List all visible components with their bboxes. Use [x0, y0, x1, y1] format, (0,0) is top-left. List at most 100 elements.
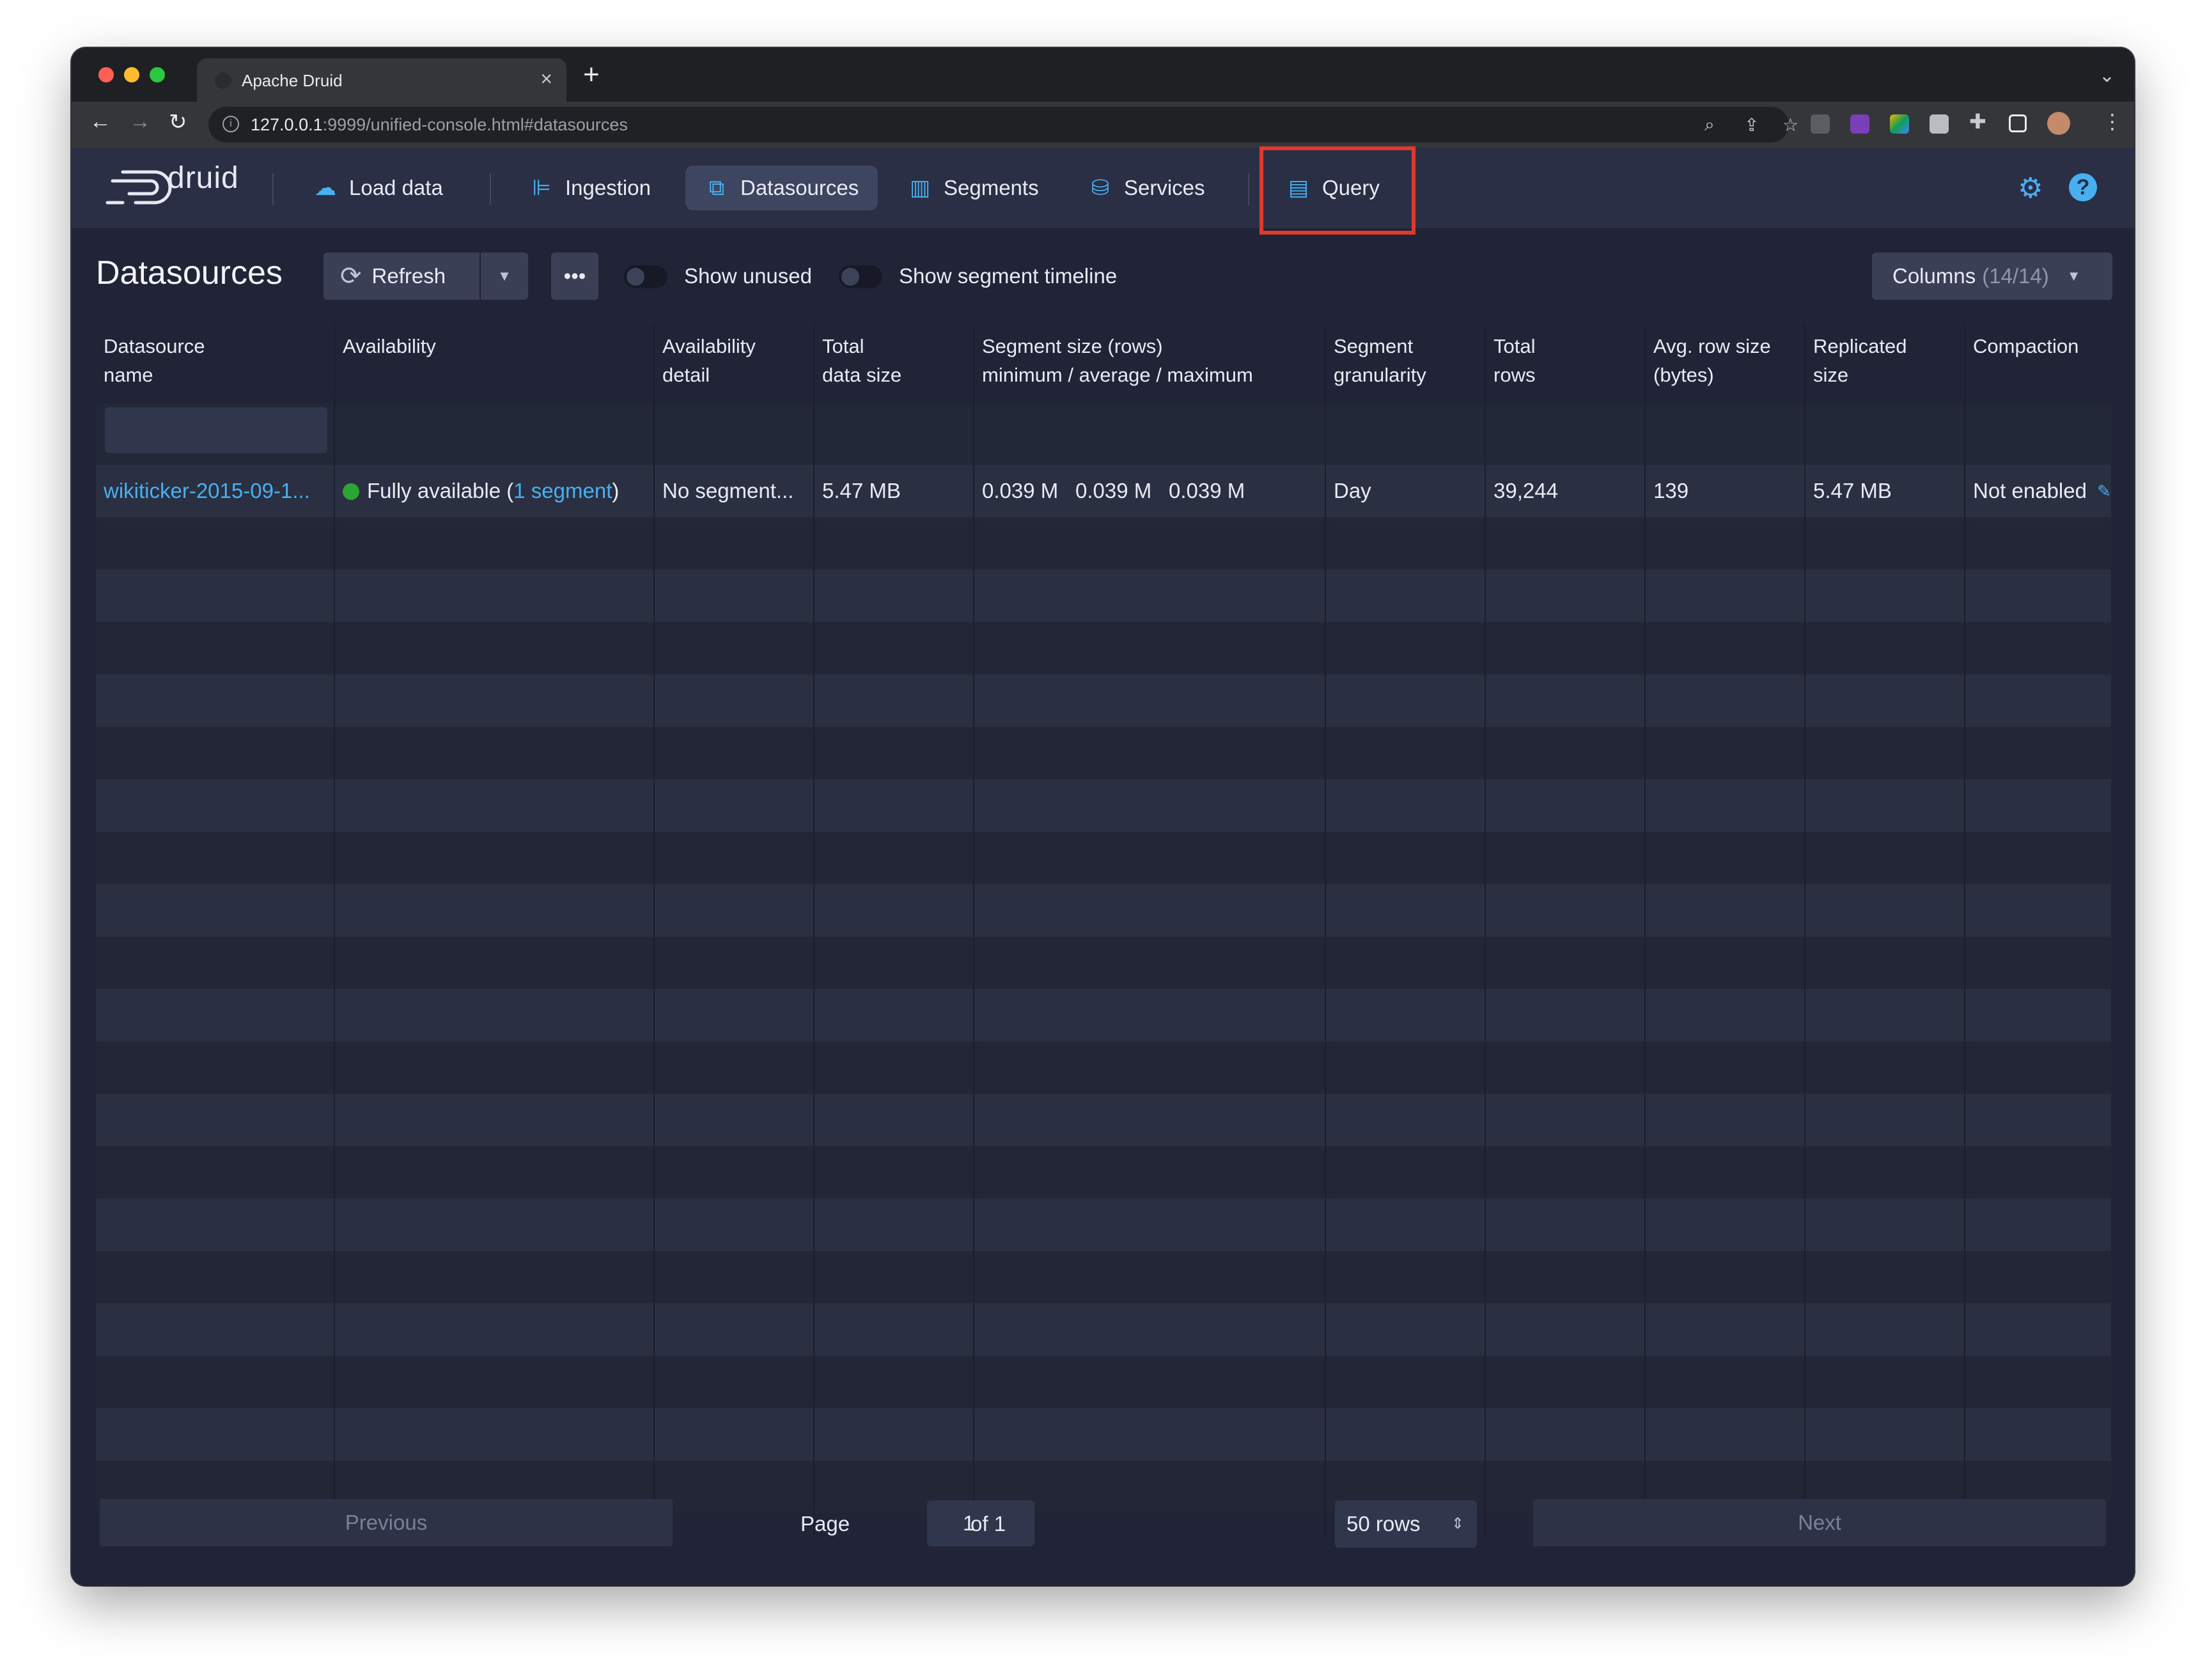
column-divider[interactable] — [1485, 324, 1486, 1539]
nav-load-data[interactable]: ☁ Load data — [313, 166, 443, 210]
show-unused-switch[interactable] — [624, 265, 667, 288]
columns-button[interactable]: Columns (14/14) ▼ — [1872, 253, 2112, 300]
nav-datasources[interactable]: ⧉ Datasources — [685, 166, 878, 210]
multi-select-icon: ⧉ — [708, 175, 725, 200]
column-divider[interactable] — [653, 324, 655, 1539]
segment-max-cell: 0.039 M — [1169, 479, 1245, 502]
new-tab-icon[interactable]: + — [583, 61, 600, 89]
empty-row — [96, 989, 2111, 1041]
reload-icon[interactable]: ↻ — [169, 109, 187, 135]
bookmark-star-icon[interactable]: ☆ — [1782, 114, 1798, 136]
granularity-cell: Day — [1334, 479, 1371, 502]
table-row[interactable]: wikiticker-2015-09-1... Fully available … — [96, 465, 2111, 517]
select-caret-icon: ⇕ — [1451, 1515, 1464, 1532]
page-label: Page — [800, 1512, 850, 1536]
column-divider[interactable] — [1804, 324, 1805, 1539]
nav-divider — [490, 173, 491, 205]
header-total-data-size[interactable]: Total data size — [822, 332, 901, 389]
header-segment-size[interactable]: Segment size (rows) minimum / average / m… — [982, 332, 1253, 389]
segment-link[interactable]: 1 segment — [513, 479, 612, 502]
browser-tab[interactable]: Apache Druid × — [197, 58, 566, 102]
header-segment-granularity[interactable]: Segment granularity — [1334, 332, 1426, 389]
columns-label: Columns — [1892, 264, 1976, 288]
druid-logo-text: druid — [168, 161, 239, 195]
column-divider[interactable] — [334, 324, 335, 1539]
header-total-rows[interactable]: Total rows — [1493, 332, 1535, 389]
avg-row-size-cell: 139 — [1653, 479, 1689, 502]
column-divider[interactable] — [1325, 324, 1326, 1539]
header-availability-detail[interactable]: Availability detail — [662, 332, 756, 389]
page-title: Datasources — [96, 254, 283, 292]
close-tab-icon[interactable]: × — [540, 67, 552, 91]
minimize-window-button[interactable] — [124, 67, 139, 82]
onenote-extension-icon[interactable] — [1850, 114, 1869, 134]
address-bar[interactable]: i 127.0.0.1:9999/unified-console.html#da… — [208, 107, 1798, 143]
tab-search-chevron-icon[interactable]: ⌄ — [2099, 65, 2115, 87]
druid-navbar: druid ☁ Load data ⊫ Ingestion ⧉ Datasour… — [72, 146, 2134, 235]
more-options-button[interactable]: ••• — [551, 253, 598, 300]
extension-z-icon[interactable] — [1811, 114, 1830, 134]
tab-title: Apache Druid — [242, 71, 343, 90]
total-rows-cell: 39,244 — [1493, 479, 1558, 502]
edit-compaction-icon[interactable]: ✎ — [2097, 465, 2111, 517]
refresh-options-button[interactable]: ▼ — [481, 253, 528, 300]
settings-gear-icon[interactable]: ⚙ — [2018, 172, 2043, 205]
empty-row — [96, 832, 2111, 884]
side-panel-icon[interactable] — [2009, 114, 2027, 132]
browser-toolbar: ← → ↻ i 127.0.0.1:9999/unified-console.h… — [72, 102, 2134, 148]
share-icon[interactable]: ⇪ — [1744, 114, 1759, 136]
empty-row — [96, 1356, 2111, 1408]
browser-menu-icon[interactable]: ⋮ — [2102, 109, 2123, 134]
maximize-window-button[interactable] — [150, 67, 165, 82]
help-icon[interactable]: ? — [2069, 173, 2097, 201]
drive-extension-icon[interactable] — [1890, 114, 1909, 134]
next-page-button[interactable]: Next — [1533, 1499, 2106, 1546]
refresh-icon: ⟳ — [340, 262, 362, 290]
empty-row — [96, 1251, 2111, 1303]
extension-square-icon[interactable] — [1930, 114, 1949, 134]
empty-row — [96, 937, 2111, 989]
column-divider[interactable] — [1644, 324, 1646, 1539]
empty-row — [96, 1303, 2111, 1356]
header-avg-row-size[interactable]: Avg. row size (bytes) — [1653, 332, 1771, 389]
close-window-button[interactable] — [98, 67, 114, 82]
nav-segments[interactable]: ▥ Segments — [908, 166, 1039, 210]
forward-arrow-icon[interactable]: → — [129, 109, 151, 134]
total-data-size-cell: 5.47 MB — [822, 479, 901, 502]
datasource-filter-input[interactable] — [105, 407, 327, 453]
table-header: Datasource name Availability Availability… — [96, 324, 2111, 403]
refresh-button[interactable]: ⟳ Refresh — [324, 253, 480, 300]
header-availability[interactable]: Availability — [343, 332, 436, 361]
cloud-upload-icon: ☁ — [315, 176, 336, 200]
empty-row — [96, 727, 2111, 779]
back-arrow-icon[interactable]: ← — [90, 109, 111, 134]
zoom-icon[interactable]: ⌕ — [1704, 114, 1715, 136]
extensions-puzzle-icon[interactable]: ✚ — [1969, 109, 1986, 134]
rows-per-page-value: 50 rows — [1346, 1512, 1421, 1536]
header-compaction[interactable]: Compaction — [1973, 332, 2078, 361]
column-divider[interactable] — [973, 324, 974, 1539]
nav-services[interactable]: ⛁ Services — [1088, 166, 1205, 210]
column-divider[interactable] — [813, 324, 815, 1539]
rows-per-page-select[interactable]: 50 rows ⇕ — [1335, 1500, 1477, 1548]
caret-down-icon: ▼ — [2066, 268, 2081, 284]
stacked-chart-icon: ▥ — [909, 176, 931, 200]
nav-divider — [272, 173, 274, 205]
datasource-name-link[interactable]: wikiticker-2015-09-1... — [104, 465, 310, 517]
nav-services-label: Services — [1124, 176, 1205, 199]
previous-page-button[interactable]: Previous — [100, 1499, 673, 1546]
empty-row — [96, 1199, 2111, 1251]
profile-avatar[interactable] — [2047, 112, 2070, 135]
header-datasource-name[interactable]: Datasource name — [104, 332, 205, 389]
header-replicated-size[interactable]: Replicated size — [1813, 332, 1907, 389]
column-divider[interactable] — [1964, 324, 1965, 1539]
filter-row — [96, 403, 2111, 465]
query-highlight-box — [1259, 146, 1415, 235]
database-icon: ⛁ — [1091, 176, 1110, 200]
url-text: 127.0.0.1:9999/unified-console.html#data… — [251, 115, 628, 134]
show-timeline-switch[interactable] — [839, 265, 882, 288]
nav-ingestion[interactable]: ⊫ Ingestion — [529, 166, 651, 210]
replicated-size-cell: 5.47 MB — [1813, 479, 1892, 502]
datasources-table: Datasource name Availability Availability… — [96, 324, 2111, 1539]
site-info-icon[interactable]: i — [222, 116, 239, 132]
